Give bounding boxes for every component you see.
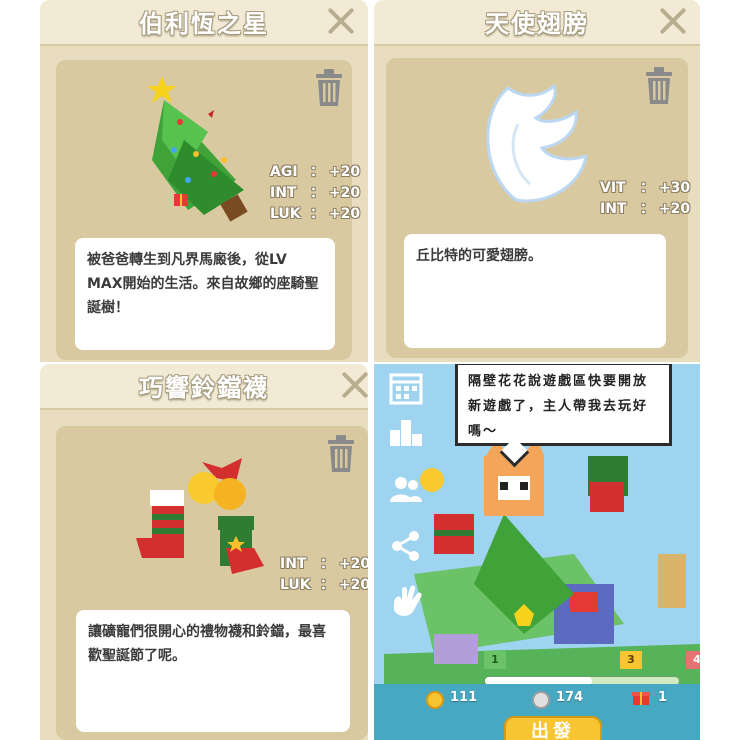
card-title: 巧響鈴鐺襪 [139,374,269,402]
pet-hand-icon[interactable] [388,584,424,620]
stage-flag-4: 4 [686,651,700,669]
close-icon[interactable] [326,6,356,36]
gold-coin-icon [426,691,444,709]
bell-socks-icon [136,458,264,574]
item-description: 讓礦寵們很開心的禮物襪和鈴鐺，最喜歡聖誕節了呢。 [76,610,350,732]
depart-button[interactable]: 出發 [504,716,602,740]
stat-row: INT： +20 [600,199,690,220]
item-description: 被爸爸轉生到凡界馬廄後，從LV MAX開始的生活。來自故鄉的座騎聖誕樹！ [75,238,335,350]
friends-icon[interactable] [388,472,424,508]
stage-flag-1: 1 [484,651,506,669]
pet-speech-bubble: 隔壁花花說遊戲區快要開放新遊戲了，主人帶我去玩好嗎～ [455,364,672,446]
stat-row: LUK： +20 [270,204,360,225]
trash-icon[interactable] [326,434,356,474]
close-icon[interactable] [340,370,368,400]
christmas-tree-icon [147,76,248,222]
trash-icon[interactable] [644,66,674,106]
stat-value: +20 [658,201,691,217]
item-description: 丘比特的可愛翅膀。 [404,234,666,348]
stat-key: INT [600,201,627,217]
stat-key: LUK [270,206,301,222]
silver-coin-icon [532,691,550,709]
stat-row: INT： +20 [270,183,360,204]
stat-row: LUK： +20 [280,575,368,596]
stat-row: INT： +20 [280,554,368,575]
angel-wings-icon [486,84,588,203]
item-card-star: 伯利恆之星 AGI： +20 INT： +20 LUK： +20 被爸爸轉生到凡… [40,0,368,362]
gift-count: 1 [658,690,668,705]
share-icon[interactable] [388,528,424,564]
stat-value: +20 [328,164,361,180]
stage-flag-3: 3 [620,651,642,669]
stat-list: INT： +20 LUK： +20 [280,554,368,596]
stat-list: VIT： +30 INT： +20 [600,178,690,220]
stat-key: INT [270,185,297,201]
stat-value: +20 [338,556,368,572]
item-card-wings: 天使翅膀 VIT： +30 INT： +20 丘比特的可愛翅膀。 [374,0,700,362]
calendar-icon[interactable] [388,370,424,406]
item-card-bell-socks: 巧響鈴鐺襪 INT： +20 LUK： +20 讓礦寵們很開心的禮物襪和鈴鐺，最… [40,364,368,740]
stat-key: VIT [600,180,626,196]
stat-key: INT [280,556,307,572]
stat-value: +20 [328,206,361,222]
silver-coin-count: 174 [556,690,584,705]
stat-key: LUK [280,577,311,593]
stat-list: AGI： +20 INT： +20 LUK： +20 [270,162,360,225]
gift-box-icon [632,692,650,705]
stat-value: +20 [338,577,368,593]
stat-row: AGI： +20 [270,162,360,183]
game-screen: 隔壁花花說遊戲區快要開放新遊戲了，主人帶我去玩好嗎～ 1 3 4 111 174… [374,364,700,740]
card-title: 天使翅膀 [485,10,589,38]
leaderboard-icon[interactable] [388,412,424,448]
gold-coin-count: 111 [450,690,478,705]
close-icon[interactable] [658,6,688,36]
stat-value: +20 [328,185,361,201]
trash-icon[interactable] [314,68,344,108]
stat-key: AGI [270,164,298,180]
stat-value: +30 [658,180,691,196]
stat-row: VIT： +30 [600,178,690,199]
card-title: 伯利恆之星 [139,10,269,38]
